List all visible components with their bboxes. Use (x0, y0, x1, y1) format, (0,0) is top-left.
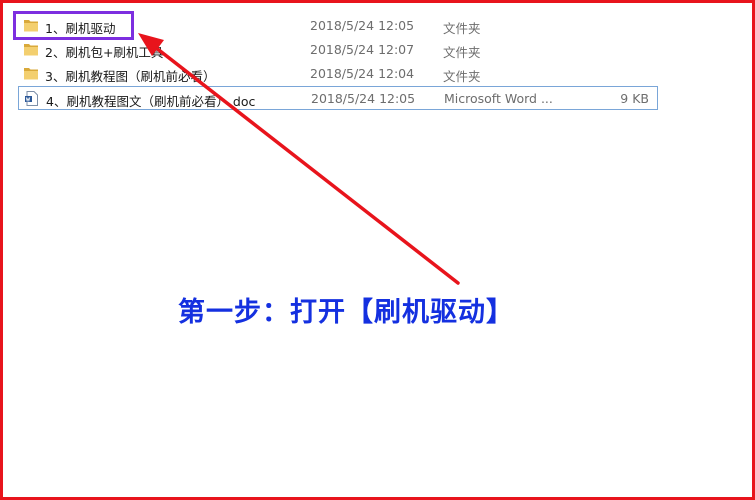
instruction-text: 第一步：打开【刷机驱动】 (178, 297, 514, 328)
red-arrow-annotation (138, 33, 460, 285)
